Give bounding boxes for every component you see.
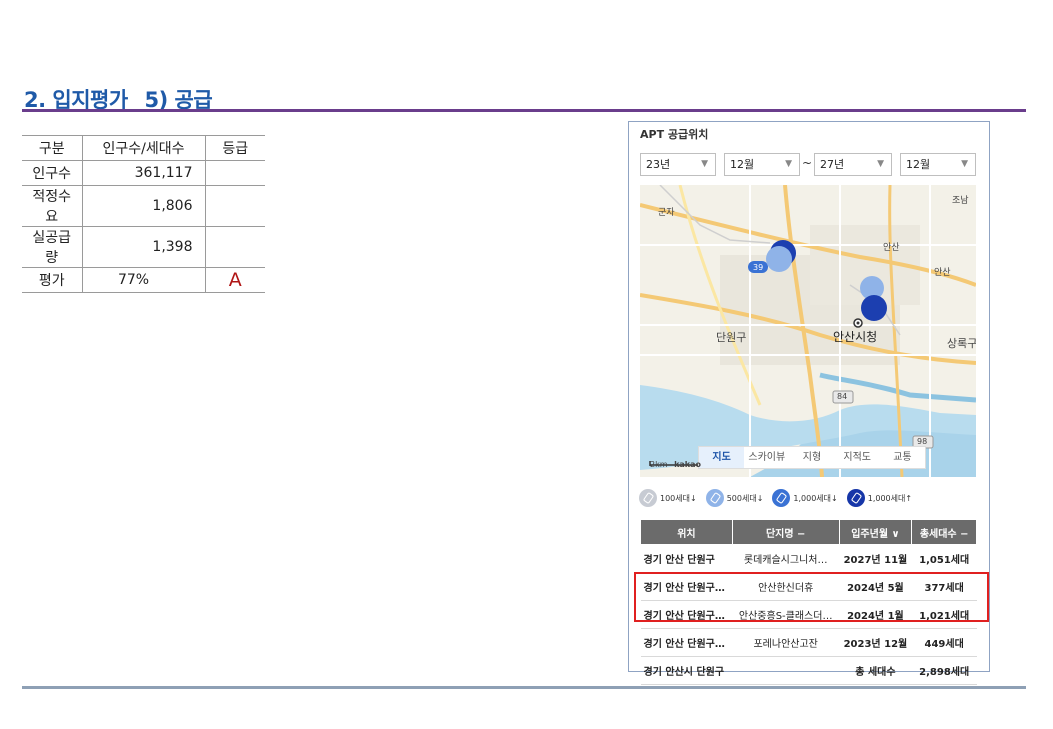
map-label-danwon: 단원구 [716, 331, 747, 344]
from-month-select[interactable]: 12월 ▼ [724, 153, 800, 176]
route-badge-84-label: 84 [837, 392, 848, 401]
cell-location: 경기 안산 단원구… [640, 628, 733, 657]
to-year-value: 27년 [820, 158, 845, 171]
map-label-sangnok: 상록구 [947, 337, 976, 350]
supply-table-header: 구분 인구수/세대수 등급 [22, 135, 265, 161]
cell-location: 경기 안산 단원구 [640, 544, 733, 573]
header-movein-sort[interactable]: 입주년월 ∨ [838, 519, 913, 545]
range-separator: ~ [802, 156, 813, 170]
row-value: 1,398 [82, 226, 206, 268]
panel-title: APT 공급위치 [640, 128, 709, 141]
highlight-box [634, 572, 989, 622]
scale-label: 2km [650, 460, 668, 469]
tab-map[interactable]: 지도 [699, 447, 745, 468]
row-grade [205, 226, 265, 268]
legend-label: 100세대↓ [660, 493, 697, 503]
row-grade [205, 185, 265, 227]
row-value: 361,117 [82, 160, 206, 186]
header-location: 위치 [640, 519, 733, 545]
legend-item: 100세대↓ [639, 489, 697, 507]
chevron-down-icon: ▼ [961, 159, 968, 169]
row-label: 평가 [22, 267, 83, 293]
map-label-ansan-east: 안산 [934, 268, 951, 278]
supply-table: 구분 인구수/세대수 등급 인구수 361,117 적정수요 1,806 실공급… [22, 135, 265, 293]
route-badge-39-label: 39 [753, 263, 764, 272]
marker-icon [639, 489, 657, 507]
cell-movein: 2023년 12월 [839, 628, 912, 657]
supply-map[interactable]: 군자 안산 안산 조남 단원구 안산시청 상록구 39 84 98 지도 스카이… [640, 185, 976, 477]
row-value: 1,806 [82, 185, 206, 227]
legend-label: 1,000세대↓ [793, 493, 838, 503]
from-year-value: 23년 [646, 158, 671, 171]
table-row: 평가 77% A [22, 267, 265, 293]
map-scale: 2km kakao [650, 460, 701, 469]
route-badge-98-label: 98 [917, 437, 928, 446]
legend-item: 500세대↓ [705, 489, 764, 507]
header-units-sort[interactable]: 총세대수 − [911, 519, 977, 545]
tab-cadastral[interactable]: 지적도 [835, 447, 880, 468]
cell-complex: 롯데캐슬시그니처… [732, 544, 840, 573]
chevron-down-icon: ▼ [701, 159, 708, 169]
marker-icon [772, 489, 791, 507]
map-type-tabs: 지도 스카이뷰 지형 지적도 교통 [698, 446, 926, 469]
map-background [640, 185, 976, 477]
table-row: 실공급량 1,398 [22, 226, 265, 268]
marker-icon [705, 489, 724, 507]
cell-location: 경기 안산시 단원구 [640, 656, 733, 685]
legend-item: 1,000세대↑ [846, 489, 913, 507]
chevron-down-icon: ▼ [877, 159, 884, 169]
header-complex-sort[interactable]: 단지명 − [731, 519, 840, 545]
table-row[interactable]: 경기 안산 단원구… 포레나안산고잔 2023년 12월 449세대 [640, 628, 977, 657]
from-month-value: 12월 [730, 158, 755, 171]
cell-movein: 2027년 11월 [839, 544, 912, 573]
tab-terrain[interactable]: 지형 [789, 447, 834, 468]
header-category: 구분 [22, 135, 83, 161]
map-legend: 100세대↓ 500세대↓ 1,000세대↓ 1,000세대↑ [639, 488, 921, 508]
cell-units: 449세대 [911, 628, 977, 657]
legend-label: 500세대↓ [726, 493, 764, 503]
map-label-gunja: 군자 [658, 208, 675, 218]
tab-traffic[interactable]: 교통 [880, 447, 925, 468]
marker-icon [846, 489, 865, 507]
cell-complex: 포레나안산고잔 [732, 628, 840, 657]
kakao-logo: kakao [674, 460, 701, 469]
table-total-row: 경기 안산시 단원구 총 세대수 2,898세대 [640, 656, 977, 685]
table-row: 인구수 361,117 [22, 160, 265, 186]
title-rule [22, 109, 1026, 112]
to-month-value: 12월 [906, 158, 931, 171]
row-grade [205, 160, 265, 186]
table-row: 적정수요 1,806 [22, 185, 265, 227]
map-label-city-hall: 안산시청 [833, 330, 878, 344]
row-label: 적정수요 [22, 185, 83, 227]
map-label-jonam: 조남 [952, 196, 969, 206]
legend-item: 1,000세대↓ [772, 489, 838, 507]
row-label: 인구수 [22, 160, 83, 186]
cell-total-units: 2,898세대 [911, 656, 977, 685]
header-population: 인구수/세대수 [82, 135, 206, 161]
chevron-down-icon: ▼ [785, 159, 792, 169]
to-year-select[interactable]: 27년 ▼ [814, 153, 892, 176]
legend-label: 1,000세대↑ [867, 493, 913, 503]
evaluation-percent: 77% [82, 267, 206, 293]
bottom-rule [22, 686, 1026, 689]
map-label-ansan-north: 안산 [883, 243, 900, 253]
grade-badge: A [205, 267, 265, 293]
table-row[interactable]: 경기 안산 단원구 롯데캐슬시그니처… 2027년 11월 1,051세대 [640, 544, 977, 573]
to-month-select[interactable]: 12월 ▼ [900, 153, 976, 176]
row-label: 실공급량 [22, 226, 83, 268]
apt-list-header: 위치 단지명 − 입주년월 ∨ 총세대수 − [640, 519, 977, 545]
header-grade: 등급 [205, 135, 265, 161]
cell-units: 1,051세대 [911, 544, 977, 573]
tab-skyview[interactable]: 스카이뷰 [744, 447, 789, 468]
cell-total-label: 총 세대수 [839, 656, 912, 685]
from-year-select[interactable]: 23년 ▼ [640, 153, 716, 176]
cell-complex [732, 656, 840, 685]
